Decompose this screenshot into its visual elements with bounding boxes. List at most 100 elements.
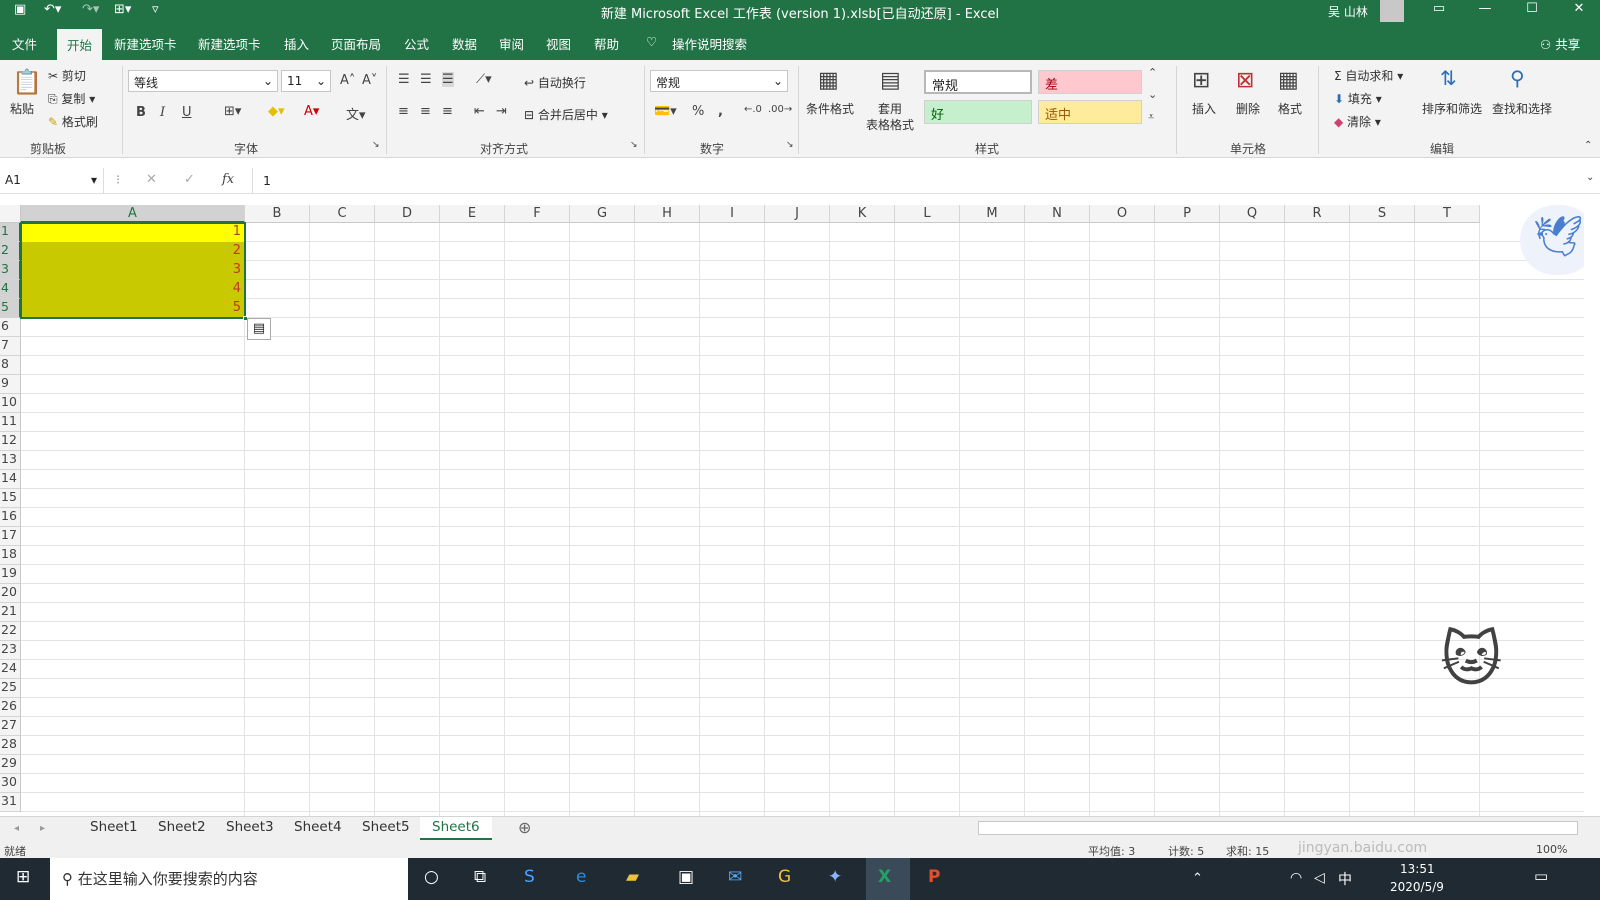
app-g-icon[interactable]: G bbox=[778, 867, 791, 887]
row-header[interactable]: 29 bbox=[0, 755, 21, 774]
task-view-icon[interactable]: ⧉ bbox=[474, 867, 486, 887]
file-explorer-icon[interactable]: ▰ bbox=[626, 867, 639, 887]
add-sheet-icon[interactable]: ⊕ bbox=[518, 818, 531, 837]
column-header[interactable]: Q bbox=[1220, 205, 1285, 223]
format-cells-icon[interactable]: ▦ bbox=[1278, 68, 1299, 93]
style-neutral[interactable]: 适中 bbox=[1038, 100, 1142, 124]
app-bird-icon[interactable]: ✦ bbox=[828, 867, 842, 887]
cancel-icon[interactable]: ✕ bbox=[146, 172, 157, 187]
row-header[interactable]: 16 bbox=[0, 508, 21, 527]
store-icon[interactable]: ▣ bbox=[678, 867, 694, 887]
worksheet-grid[interactable]: ABCDEFGHIJKLMNOPQRST 1 2 3 4 5 6 7 8 9 10 11 12 13 14… bbox=[0, 205, 1584, 816]
row-header[interactable]: 17 bbox=[0, 527, 21, 546]
clock-time[interactable]: 13:51 bbox=[1400, 862, 1435, 876]
prev-sheet-icon[interactable]: ◂ bbox=[14, 823, 19, 834]
next-sheet-icon[interactable]: ▸ bbox=[40, 823, 45, 834]
row-header[interactable]: 23 bbox=[0, 641, 21, 660]
row-header[interactable]: 6 bbox=[0, 318, 21, 337]
user-name[interactable]: 吴 山林 bbox=[1328, 3, 1368, 20]
style-good[interactable]: 好 bbox=[924, 100, 1032, 124]
tab-insert[interactable]: 插入 bbox=[284, 34, 309, 53]
sort-filter-button[interactable]: 排序和筛选 bbox=[1422, 100, 1482, 117]
wrap-text-button[interactable]: ↩ 自动换行 bbox=[524, 74, 586, 91]
table-format-line2[interactable]: 表格格式 bbox=[866, 116, 914, 133]
dialog-launcher-icon[interactable]: ↘ bbox=[786, 140, 794, 150]
name-box[interactable]: A1 ▾ bbox=[0, 168, 104, 194]
delete-cells-icon[interactable]: ⊠ bbox=[1236, 68, 1254, 93]
font-name-combo[interactable]: 等线 ⌄ bbox=[128, 70, 278, 92]
row-header[interactable]: 25 bbox=[0, 679, 21, 698]
align-center-icon[interactable]: ≡ bbox=[420, 104, 431, 119]
collapse-ribbon-icon[interactable]: ⌃ bbox=[1584, 140, 1592, 151]
column-header[interactable]: L bbox=[895, 205, 960, 223]
cell-a4[interactable]: 4 bbox=[21, 281, 245, 296]
ribbon-display-options-icon[interactable]: ▭ bbox=[1424, 1, 1454, 16]
table-format-icon[interactable]: ▤ bbox=[880, 68, 901, 93]
edge-icon[interactable]: e bbox=[576, 867, 586, 887]
conditional-format-button[interactable]: 条件格式 bbox=[806, 100, 854, 117]
cell-a2[interactable]: 2 bbox=[21, 243, 245, 258]
column-header[interactable]: E bbox=[440, 205, 505, 223]
close-button[interactable]: ✕ bbox=[1564, 1, 1594, 16]
decrease-indent-icon[interactable]: ⇤ bbox=[474, 104, 485, 119]
column-header[interactable]: H bbox=[635, 205, 700, 223]
row-header[interactable]: 12 bbox=[0, 432, 21, 451]
italic-button[interactable]: I bbox=[160, 105, 165, 120]
row-header[interactable]: 22 bbox=[0, 622, 21, 641]
column-header[interactable]: D bbox=[375, 205, 440, 223]
font-size-combo[interactable]: 11 ⌄ bbox=[281, 70, 331, 92]
row-header[interactable]: 5 bbox=[0, 299, 21, 318]
column-header[interactable]: S bbox=[1350, 205, 1415, 223]
align-left-icon[interactable]: ≡ bbox=[398, 104, 409, 119]
align-bottom-icon[interactable]: ☰ bbox=[442, 72, 454, 87]
volume-icon[interactable]: ◁ bbox=[1314, 870, 1325, 886]
column-header[interactable]: B bbox=[245, 205, 310, 223]
sort-filter-icon[interactable]: ⇅ bbox=[1440, 66, 1457, 90]
row-header[interactable]: 26 bbox=[0, 698, 21, 717]
tab-new-2[interactable]: 新建选项卡 bbox=[198, 34, 261, 53]
more-styles-icon[interactable]: ⩡ bbox=[1148, 110, 1154, 124]
enter-icon[interactable]: ✓ bbox=[184, 172, 195, 187]
currency-icon[interactable]: 💳▾ bbox=[654, 104, 677, 119]
minimize-button[interactable]: — bbox=[1470, 1, 1500, 16]
expand-formula-icon[interactable]: ⌄ bbox=[1586, 172, 1594, 183]
column-header[interactable]: I bbox=[700, 205, 765, 223]
delete-cells-button[interactable]: 删除 bbox=[1236, 100, 1260, 117]
increase-font-icon[interactable]: A˄ bbox=[340, 73, 355, 88]
row-header[interactable]: 4 bbox=[0, 280, 21, 299]
windows-start-icon[interactable]: ⊞ bbox=[16, 867, 30, 887]
row-header[interactable]: 11 bbox=[0, 413, 21, 432]
row-header[interactable]: 1 bbox=[0, 223, 21, 242]
phonetic-icon[interactable]: 文▾ bbox=[346, 104, 366, 123]
clear-button[interactable]: ◆ 清除 ▾ bbox=[1334, 113, 1381, 130]
column-header[interactable]: J bbox=[765, 205, 830, 223]
cut-button[interactable]: ✂ 剪切 bbox=[48, 67, 86, 84]
cell-a1[interactable]: 1 bbox=[21, 224, 245, 239]
fill-button[interactable]: ⬇ 填充 ▾ bbox=[1334, 90, 1382, 107]
tray-chevron-icon[interactable]: ⌃ bbox=[1192, 871, 1203, 886]
tab-review[interactable]: 审阅 bbox=[499, 34, 524, 53]
column-header[interactable]: T bbox=[1415, 205, 1480, 223]
decrease-font-icon[interactable]: A˅ bbox=[362, 73, 377, 88]
decrease-decimal-icon[interactable]: .00→ bbox=[768, 104, 792, 115]
row-header[interactable]: 30 bbox=[0, 774, 21, 793]
sheet-tab-1[interactable]: Sheet1 bbox=[90, 819, 138, 835]
tab-page-layout[interactable]: 页面布局 bbox=[331, 34, 381, 53]
row-header[interactable]: 24 bbox=[0, 660, 21, 679]
row-header[interactable]: 9 bbox=[0, 375, 21, 394]
column-header[interactable]: P bbox=[1155, 205, 1220, 223]
dialog-launcher-icon[interactable]: ↘ bbox=[372, 140, 380, 150]
tab-formulas[interactable]: 公式 bbox=[404, 34, 429, 53]
row-header[interactable]: 19 bbox=[0, 565, 21, 584]
column-header[interactable]: N bbox=[1025, 205, 1090, 223]
clock-date[interactable]: 2020/5/9 bbox=[1390, 880, 1444, 894]
copy-button[interactable]: ⎘ 复制 ▾ bbox=[48, 90, 95, 107]
clipboard-icon[interactable]: 📋 bbox=[12, 68, 42, 96]
style-normal[interactable]: 常规 bbox=[924, 70, 1032, 94]
tab-view[interactable]: 视图 bbox=[546, 34, 571, 53]
row-header[interactable]: 27 bbox=[0, 717, 21, 736]
sogou-browser-icon[interactable]: S bbox=[524, 867, 535, 887]
insert-cells-icon[interactable]: ⊞ bbox=[1192, 68, 1210, 93]
sheet-tab-4[interactable]: Sheet4 bbox=[294, 819, 342, 835]
bold-button[interactable]: B bbox=[136, 105, 146, 120]
